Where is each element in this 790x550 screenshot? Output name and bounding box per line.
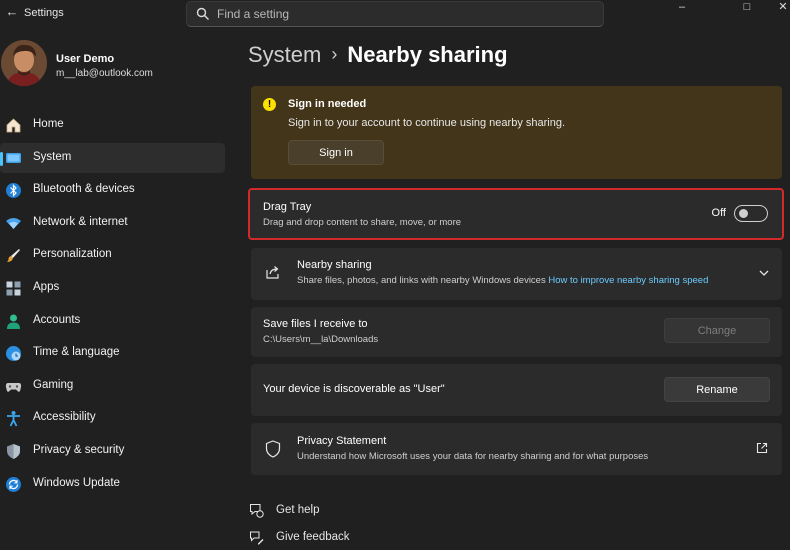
- user-email: m__lab@outlook.com: [56, 68, 153, 79]
- change-button[interactable]: Change: [664, 318, 770, 343]
- accounts-icon: [7, 314, 20, 329]
- sidebar-item-personalization[interactable]: Personalization: [0, 240, 225, 270]
- avatar-image: [1, 40, 47, 86]
- toggle-state-label: Off: [711, 207, 726, 219]
- nearby-sharing-title: Nearby sharing: [297, 259, 372, 271]
- globe-icon: [6, 346, 21, 362]
- drag-tray-toggle[interactable]: [734, 205, 768, 222]
- save-files-path: C:\Users\m__la\Downloads: [263, 334, 379, 345]
- sidebar-item-label: Accounts: [33, 313, 81, 326]
- page-title: Nearby sharing: [347, 42, 508, 67]
- sign-in-button[interactable]: Sign in: [288, 140, 384, 165]
- sidebar-item-network[interactable]: Network & internet: [0, 208, 225, 238]
- get-help-label: Get help: [276, 504, 320, 516]
- apps-icon: [6, 281, 21, 296]
- drag-tray-setting: Drag Tray Drag and drop content to share…: [248, 188, 784, 240]
- gamepad-icon: [5, 382, 22, 392]
- breadcrumb-separator: ›: [331, 44, 338, 64]
- feedback-icon: [250, 531, 264, 545]
- save-files-title: Save files I receive to: [263, 318, 368, 330]
- nearby-sharing-description: Share files, photos, and links with near…: [297, 275, 546, 286]
- sign-in-banner: ! Sign in needed Sign in to your account…: [251, 86, 782, 179]
- help-icon: [250, 504, 264, 518]
- search-icon: [196, 7, 209, 20]
- sidebar-nav: Home System Bluetooth & devices Network …: [0, 110, 230, 501]
- save-files-setting: Save files I receive to C:\Users\m__la\D…: [251, 307, 782, 357]
- privacy-title: Privacy Statement: [297, 435, 387, 447]
- shield-outline-icon: [265, 440, 281, 458]
- sidebar-item-label: Accessibility: [33, 411, 96, 424]
- system-icon: [6, 152, 21, 163]
- sidebar-item-home[interactable]: Home: [0, 110, 225, 140]
- external-link-icon[interactable]: [756, 442, 768, 454]
- brush-icon: [7, 249, 20, 263]
- sidebar-item-bluetooth[interactable]: Bluetooth & devices: [0, 175, 225, 205]
- search-box[interactable]: [186, 1, 604, 27]
- sidebar-item-label: Home: [33, 118, 64, 130]
- nearby-sharing-setting[interactable]: Nearby sharing Share files, photos, and …: [251, 248, 782, 300]
- accessibility-icon: [7, 411, 20, 427]
- back-button[interactable]: ←: [2, 2, 22, 22]
- sidebar-item-time-language[interactable]: Time & language: [0, 338, 225, 368]
- privacy-statement[interactable]: Privacy Statement Understand how Microso…: [251, 423, 782, 475]
- home-icon: [6, 118, 21, 133]
- sidebar-item-label: Windows Update: [33, 476, 120, 489]
- give-feedback-label: Give feedback: [276, 531, 350, 543]
- sidebar-item-accessibility[interactable]: Accessibility: [0, 403, 225, 433]
- sidebar-item-apps[interactable]: Apps: [0, 273, 225, 303]
- drag-tray-subtitle: Drag and drop content to share, move, or…: [263, 217, 462, 228]
- sidebar-item-label: Gaming: [33, 378, 74, 391]
- sidebar-item-label: Time & language: [33, 346, 120, 359]
- title-bar: ← Settings – □ ✕: [0, 0, 790, 28]
- user-profile[interactable]: User Demo m__lab@outlook.com: [0, 40, 230, 90]
- breadcrumb: System › Nearby sharing: [248, 42, 508, 72]
- rename-button[interactable]: Rename: [664, 377, 770, 402]
- avatar[interactable]: [1, 40, 47, 86]
- sidebar-item-label: Personalization: [33, 248, 112, 261]
- bluetooth-icon: [6, 183, 21, 199]
- wifi-icon: [6, 217, 21, 229]
- shield-icon: [7, 443, 20, 459]
- sidebar-item-privacy[interactable]: Privacy & security: [0, 436, 225, 466]
- banner-text: Sign in to your account to continue usin…: [288, 117, 566, 129]
- toggle-knob: [739, 209, 748, 218]
- sidebar-item-label: Apps: [33, 280, 60, 293]
- privacy-subtitle: Understand how Microsoft uses your data …: [297, 451, 649, 462]
- user-name: User Demo: [56, 53, 115, 65]
- minimize-button[interactable]: –: [661, 0, 703, 16]
- sidebar-item-gaming[interactable]: Gaming: [0, 371, 225, 401]
- discoverable-text: Your device is discoverable as "User": [263, 383, 445, 395]
- update-icon: [6, 476, 21, 492]
- sidebar-item-label: System: [33, 150, 72, 163]
- sidebar-item-label: Bluetooth & devices: [33, 183, 135, 196]
- chevron-down-icon[interactable]: [758, 267, 770, 279]
- search-input[interactable]: [217, 5, 587, 23]
- sidebar-item-label: Privacy & security: [33, 443, 125, 456]
- sidebar-item-windows-update[interactable]: Windows Update: [0, 469, 225, 499]
- improve-speed-link[interactable]: How to improve nearby sharing speed: [548, 275, 708, 286]
- sidebar-item-system[interactable]: System: [0, 142, 225, 173]
- sidebar-item-label: Network & internet: [33, 215, 128, 228]
- nearby-sharing-subtitle: Share files, photos, and links with near…: [297, 275, 708, 286]
- sidebar-item-accounts[interactable]: Accounts: [0, 306, 225, 336]
- breadcrumb-parent[interactable]: System: [248, 42, 321, 67]
- app-title: Settings: [24, 7, 64, 19]
- banner-title: Sign in needed: [288, 98, 367, 110]
- drag-tray-title: Drag Tray: [263, 201, 312, 213]
- warning-icon: !: [263, 98, 276, 111]
- discoverable-setting: Your device is discoverable as "User" Re…: [251, 364, 782, 416]
- close-button[interactable]: ✕: [762, 0, 790, 16]
- share-icon: [266, 266, 279, 279]
